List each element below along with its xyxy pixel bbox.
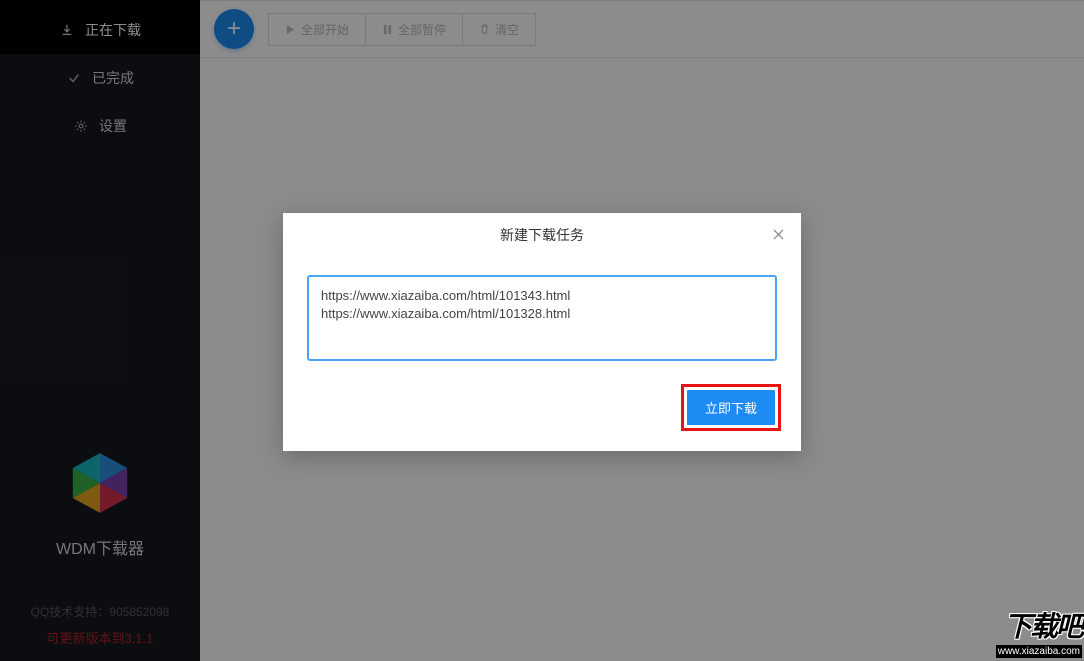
watermark-url: www.xiazaiba.com: [996, 645, 1082, 658]
modal-close-button[interactable]: [769, 225, 787, 243]
modal-body: [283, 257, 801, 374]
modal-title: 新建下载任务: [500, 225, 584, 245]
modal-overlay[interactable]: 新建下载任务 立即下载: [0, 0, 1084, 661]
watermark-text: 下载吧: [996, 613, 1082, 641]
modal-footer: 立即下载: [283, 374, 801, 451]
modal-header: 新建下载任务: [283, 213, 801, 257]
highlight-annotation: 立即下载: [681, 384, 781, 431]
download-now-button[interactable]: 立即下载: [687, 390, 775, 425]
watermark: 下载吧 www.xiazaiba.com: [996, 613, 1082, 659]
new-task-modal: 新建下载任务 立即下载: [283, 213, 801, 451]
button-label: 立即下载: [705, 401, 757, 416]
url-input[interactable]: [307, 275, 777, 361]
